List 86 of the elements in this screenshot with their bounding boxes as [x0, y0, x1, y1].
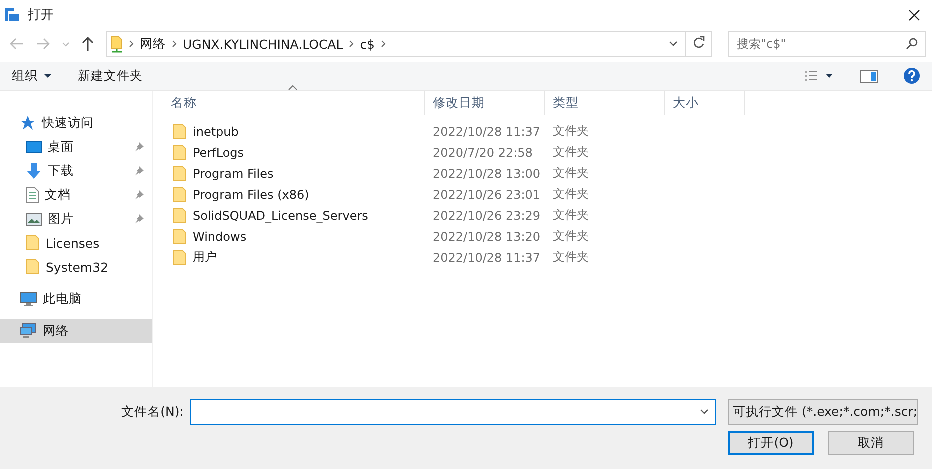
filename-label: 文件名(N): — [122, 404, 184, 420]
column-header[interactable]: 类型 — [545, 91, 665, 115]
chevron-down-icon — [62, 42, 70, 46]
column-header[interactable]: 修改日期 — [425, 91, 545, 115]
folder-icon — [173, 228, 187, 244]
help-icon — [904, 68, 920, 84]
file-name[interactable]: Program Files (x86) — [193, 188, 310, 202]
filename-field[interactable] — [190, 399, 716, 425]
folder-icon — [173, 208, 187, 224]
back-arrow-icon — [10, 38, 24, 50]
open-button[interactable]: 打开(O) — [728, 431, 814, 455]
file-name[interactable]: PerfLogs — [193, 146, 244, 160]
network-icon — [20, 323, 37, 339]
file-name[interactable]: SolidSQUAD_License_Servers — [193, 208, 368, 222]
modified-date: 2022/10/26 23:01 — [433, 188, 541, 202]
modified-date: 2022/10/28 11:37 — [433, 250, 541, 264]
cancel-button[interactable]: 取消 — [828, 431, 914, 455]
search-field[interactable]: 搜索"c$" — [728, 31, 926, 57]
column-header[interactable]: 大小 — [665, 91, 745, 115]
sidebar-item[interactable]: 文档 — [0, 183, 152, 207]
file-name[interactable]: Program Files — [193, 166, 274, 180]
file-type: 文件夹 — [553, 187, 589, 201]
chevron-right-icon — [381, 40, 386, 48]
refresh-icon — [692, 36, 704, 49]
modified-date: 2022/10/26 23:29 — [433, 208, 541, 222]
preview-pane-icon — [860, 70, 878, 82]
file-type: 文件夹 — [553, 208, 589, 222]
modified-date: 2022/10/28 13:20 — [433, 230, 541, 244]
modified-date: 2022/10/28 13:00 — [433, 166, 541, 180]
file-type: 文件夹 — [553, 166, 589, 180]
file-name[interactable]: inetpub — [193, 124, 239, 138]
folder-icon — [26, 235, 40, 251]
chevron-right-icon — [349, 40, 354, 48]
sidebar-item[interactable]: 快速访问 — [0, 111, 152, 135]
folder-icon — [173, 186, 187, 202]
preview-pane-button[interactable] — [860, 70, 878, 82]
modified-date: 2020/7/20 22:58 — [433, 146, 533, 160]
picture-icon — [26, 212, 42, 226]
desktop-icon — [26, 140, 42, 154]
sidebar-item[interactable]: System32 — [0, 255, 152, 279]
search-icon — [906, 38, 918, 50]
up-arrow-icon — [82, 37, 94, 51]
close-icon — [909, 10, 920, 20]
file-type-dropdown[interactable]: 可执行文件 (*.exe;*.com;*.scr; — [728, 399, 918, 425]
window-title: 打开 — [28, 7, 55, 24]
sidebar-item[interactable]: 网络 — [0, 319, 152, 343]
network-drive-icon — [111, 36, 123, 52]
organize-button[interactable]: 组织 — [12, 68, 52, 84]
details-view-icon — [804, 70, 834, 82]
address-bar[interactable]: 网络 UGNX.KYLINCHINA.LOCAL c$ — [106, 31, 712, 57]
folder-icon — [173, 166, 187, 182]
chevron-right-icon — [172, 40, 177, 48]
document-icon — [26, 187, 39, 203]
sidebar-item[interactable]: 此电脑 — [0, 287, 152, 311]
file-name[interactable]: Windows — [193, 230, 247, 244]
sidebar-item[interactable]: Licenses — [0, 231, 152, 255]
view-options-button[interactable] — [804, 70, 834, 82]
file-name[interactable]: 用户 — [193, 249, 217, 266]
file-type: 文件夹 — [553, 124, 589, 138]
file-type: 文件夹 — [553, 145, 589, 159]
new-folder-button[interactable]: 新建文件夹 — [78, 68, 143, 84]
sidebar-item[interactable]: 图片 — [0, 207, 152, 231]
column-header[interactable]: 名称 — [153, 91, 425, 115]
star-icon — [20, 115, 36, 131]
modified-date: 2022/10/28 11:37 — [433, 124, 541, 138]
folder-icon — [26, 259, 40, 275]
chevron-down-icon — [668, 41, 678, 47]
breadcrumb-item[interactable]: 网络 — [140, 36, 166, 52]
breadcrumb-item[interactable]: UGNX.KYLINCHINA.LOCAL — [183, 36, 344, 52]
sort-ascending-icon — [288, 85, 298, 91]
folder-icon — [173, 124, 187, 140]
chevron-down-icon — [700, 409, 708, 415]
dropdown-arrow-icon — [44, 74, 52, 78]
file-type: 文件夹 — [553, 250, 589, 264]
app-icon — [4, 7, 20, 23]
chevron-right-icon — [129, 40, 134, 48]
folder-icon — [173, 250, 187, 266]
forward-arrow-icon — [36, 38, 50, 50]
help-button[interactable] — [904, 68, 920, 84]
sidebar-item[interactable]: 下载 — [0, 159, 152, 183]
download-icon — [26, 163, 42, 179]
breadcrumb-item[interactable]: c$ — [360, 36, 376, 52]
file-type: 文件夹 — [553, 229, 589, 243]
computer-icon — [20, 292, 37, 306]
sidebar-item[interactable]: 桌面 — [0, 135, 152, 159]
folder-icon — [173, 144, 187, 160]
